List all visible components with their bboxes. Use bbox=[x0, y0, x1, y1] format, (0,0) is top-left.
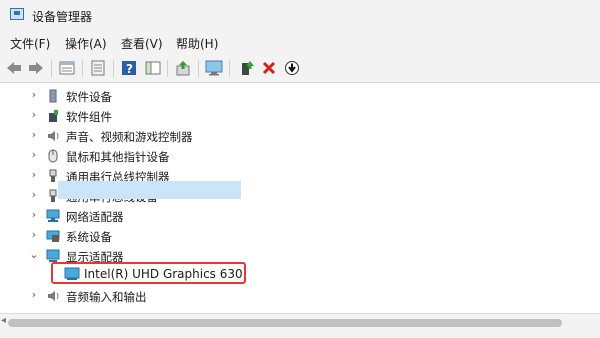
enable-device-icon[interactable] bbox=[238, 59, 256, 77]
tree-item-network-adapters[interactable]: › 网络适配器 bbox=[0, 206, 600, 226]
tree-item-system-devices[interactable]: › 系统设备 bbox=[0, 226, 600, 246]
install-icon[interactable] bbox=[283, 59, 301, 77]
tree-item-mice[interactable]: › 鼠标和其他指针设备 bbox=[0, 146, 600, 166]
tree-item-label: 系统设备 bbox=[66, 230, 112, 244]
chevron-right-icon[interactable]: › bbox=[28, 209, 40, 221]
highlight-box bbox=[51, 262, 246, 284]
toolbar: ? bbox=[0, 54, 600, 83]
chevron-right-icon[interactable]: › bbox=[28, 149, 40, 161]
scrollbar-thumb[interactable] bbox=[8, 319, 562, 327]
menu-view[interactable]: 查看(V) bbox=[121, 35, 163, 52]
title-bar: 设备管理器 bbox=[0, 0, 600, 30]
refresh-view-icon[interactable] bbox=[89, 59, 107, 77]
toolbar-separator bbox=[51, 60, 52, 77]
window-title: 设备管理器 bbox=[32, 10, 93, 24]
forward-icon[interactable] bbox=[27, 59, 45, 77]
svg-text:?: ? bbox=[126, 62, 133, 76]
component-icon bbox=[46, 109, 60, 123]
chevron-right-icon[interactable]: › bbox=[28, 109, 40, 121]
tree-item-label: 声音、视频和游戏控制器 bbox=[66, 130, 193, 144]
software-device-icon bbox=[46, 89, 60, 103]
selection-background bbox=[58, 181, 241, 199]
uninstall-icon[interactable] bbox=[260, 59, 278, 77]
toolbar-separator bbox=[198, 60, 199, 77]
properties-icon[interactable] bbox=[58, 59, 76, 77]
tree-item-label: 鼠标和其他指针设备 bbox=[66, 150, 170, 164]
tree-item-audio-inputs-outputs[interactable]: › 音频输入和输出 bbox=[0, 286, 600, 306]
scroll-left-icon[interactable]: ◂ bbox=[1, 315, 6, 326]
chevron-right-icon[interactable]: › bbox=[28, 289, 40, 301]
toolbar-separator bbox=[113, 60, 114, 77]
speaker-icon bbox=[46, 289, 60, 303]
tree-item-label: 音频输入和输出 bbox=[66, 290, 147, 304]
chevron-down-icon[interactable]: ⌄ bbox=[28, 249, 40, 261]
device-manager-icon bbox=[10, 8, 24, 20]
chevron-right-icon[interactable]: › bbox=[28, 169, 40, 181]
system-device-icon bbox=[46, 229, 60, 243]
tree-item-label: 网络适配器 bbox=[66, 210, 124, 224]
menu-file[interactable]: 文件(F) bbox=[10, 35, 50, 52]
menu-help[interactable]: 帮助(H) bbox=[176, 35, 218, 52]
toolbar-separator bbox=[229, 60, 230, 77]
tree-item-label: 软件组件 bbox=[66, 110, 112, 124]
tree-item-sound-controllers[interactable]: › 声音、视频和游戏控制器 bbox=[0, 126, 600, 146]
menu-action[interactable]: 操作(A) bbox=[65, 35, 107, 52]
chevron-right-icon[interactable]: › bbox=[28, 229, 40, 241]
chevron-right-icon[interactable]: › bbox=[28, 129, 40, 141]
tree-item-label: 软件设备 bbox=[66, 90, 112, 104]
toolbar-separator bbox=[82, 60, 83, 77]
update-driver-icon[interactable] bbox=[174, 59, 192, 77]
horizontal-scrollbar[interactable]: ◂ bbox=[0, 313, 600, 338]
back-icon[interactable] bbox=[5, 59, 23, 77]
scan-hardware-icon[interactable] bbox=[205, 59, 223, 77]
toolbar-separator bbox=[167, 60, 168, 77]
console-tree-icon[interactable] bbox=[144, 59, 162, 77]
mouse-icon bbox=[46, 149, 60, 163]
tree-item-software-devices[interactable]: › 软件设备 bbox=[0, 86, 600, 106]
speaker-icon bbox=[46, 129, 60, 143]
chevron-right-icon[interactable]: › bbox=[28, 89, 40, 101]
chevron-right-icon[interactable]: › bbox=[28, 189, 40, 201]
tree-item-software-components[interactable]: › 软件组件 bbox=[0, 106, 600, 126]
menu-bar: 文件(F) 操作(A) 查看(V) 帮助(H) bbox=[0, 30, 600, 54]
display-adapter-icon bbox=[46, 249, 60, 263]
network-adapter-icon bbox=[46, 209, 60, 223]
help-icon[interactable]: ? bbox=[120, 59, 138, 77]
